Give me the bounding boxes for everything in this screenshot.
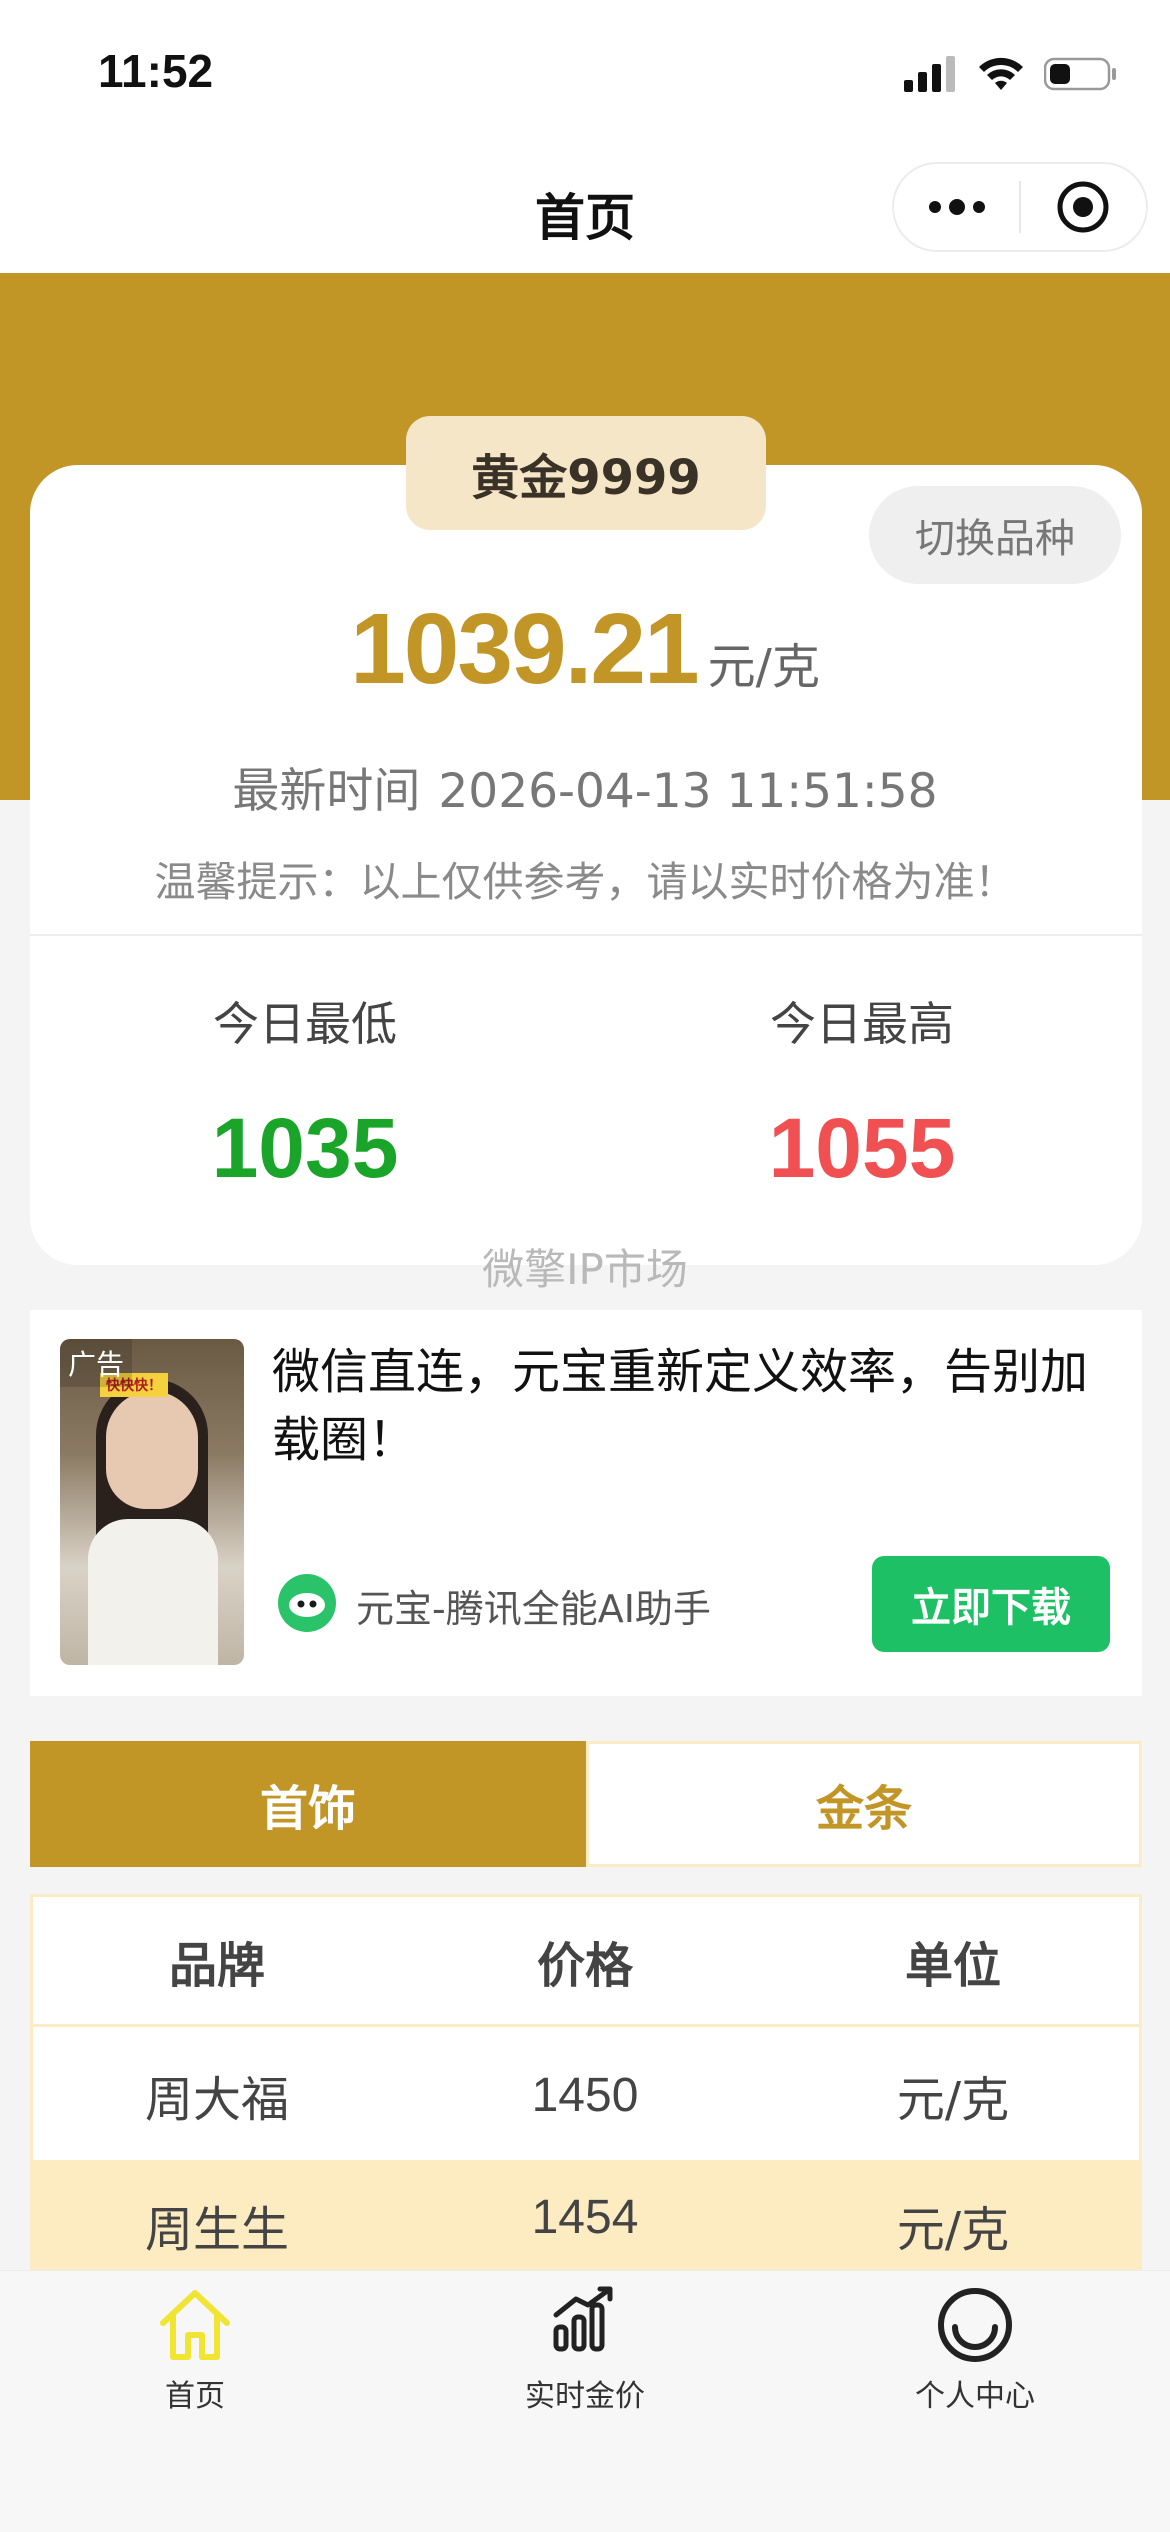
high-label: 今日最高 [770,997,954,1051]
header-unit: 单位 [904,1937,1001,1994]
tab-gold-bar[interactable]: 金条 [586,1741,1142,1867]
signal-icon [904,56,955,92]
price-unit: 元/克 [707,639,820,695]
ad-app-name: 元宝-腾讯全能AI助手 [356,1587,711,1631]
update-time-label: 最新时间 [232,764,421,819]
tabbar-profile-label: 个人中心 [915,2379,1035,2414]
row-unit: 元/克 [896,2202,1010,2258]
tabbar-home-label: 首页 [165,2379,225,2414]
table-row: 周生生 1454 元/克 [33,2160,1139,2274]
switch-variety-button[interactable]: 切换品种 [869,486,1121,584]
battery-icon [1044,57,1116,91]
tabbar-realtime-price[interactable]: 实时金价 [390,2271,780,2421]
home-icon [160,2290,230,2360]
download-button[interactable]: 立即下载 [872,1556,1110,1652]
tabbar-realtime-price-label: 实时金价 [525,2379,645,2414]
card-divider [30,934,1142,936]
nav-bar: 首页 [0,140,1170,273]
more-icon [928,199,985,215]
row-price: 1454 [531,2191,639,2244]
low-value: 1035 [211,1101,399,1195]
yuanbao-app-icon [278,1574,336,1632]
chart-icon [553,2286,613,2352]
brand-price-table: 品牌 价格 单位 周大福 1450 元/克 周生生 1454 元/克 [30,1894,1142,2274]
current-price: 1039.21 [350,593,699,705]
miniprogram-capsule [892,162,1148,252]
row-price: 1450 [531,2068,639,2122]
status-bar: 11:52 [0,0,1170,140]
watermark: 微擎IP市场 [482,1245,688,1294]
wifi-icon [979,57,1023,90]
row-brand: 周生生 [144,2202,289,2258]
update-time: 最新时间 2026-04-13 11:51:58 [0,752,1170,821]
variety-tab[interactable]: 黄金9999 [406,416,766,530]
table-header: 品牌 价格 单位 [33,1897,1139,2027]
table-row: 周大福 1450 元/克 [33,2030,1139,2160]
tabbar-profile[interactable]: 个人中心 [780,2271,1170,2421]
header-price: 价格 [536,1937,633,1994]
ad-thumbnail[interactable]: 快快快！ 广告 [60,1339,244,1665]
smile-icon [938,2288,1012,2362]
price-notice: 温馨提示：以上仅供参考，请以实时价格为准！ [154,858,1016,906]
bottom-tab-bar: 首页 实时金价 个人中心 [0,2270,1170,2532]
more-button[interactable] [894,164,1019,250]
status-time: 11:52 [98,45,214,97]
status-icons [904,52,1118,96]
ad-title[interactable]: 微信直连，元宝重新定义效率，告别加载圈！ [272,1338,1102,1474]
high-value: 1055 [768,1101,956,1195]
close-miniprogram-button[interactable] [1021,164,1146,250]
tab-jewelry[interactable]: 首饰 [30,1741,586,1867]
update-time-value: 2026-04-13 11:51:58 [438,764,938,819]
price-line: 1039.21 元/克 [0,592,1170,707]
low-label: 今日最低 [213,997,397,1051]
row-unit: 元/克 [896,2072,1010,2128]
target-icon [1057,181,1109,233]
header-brand: 品牌 [168,1937,265,1994]
tabbar-home[interactable]: 首页 [0,2271,390,2421]
ad-tag: 广告 [60,1339,133,1387]
row-brand: 周大福 [144,2072,289,2128]
